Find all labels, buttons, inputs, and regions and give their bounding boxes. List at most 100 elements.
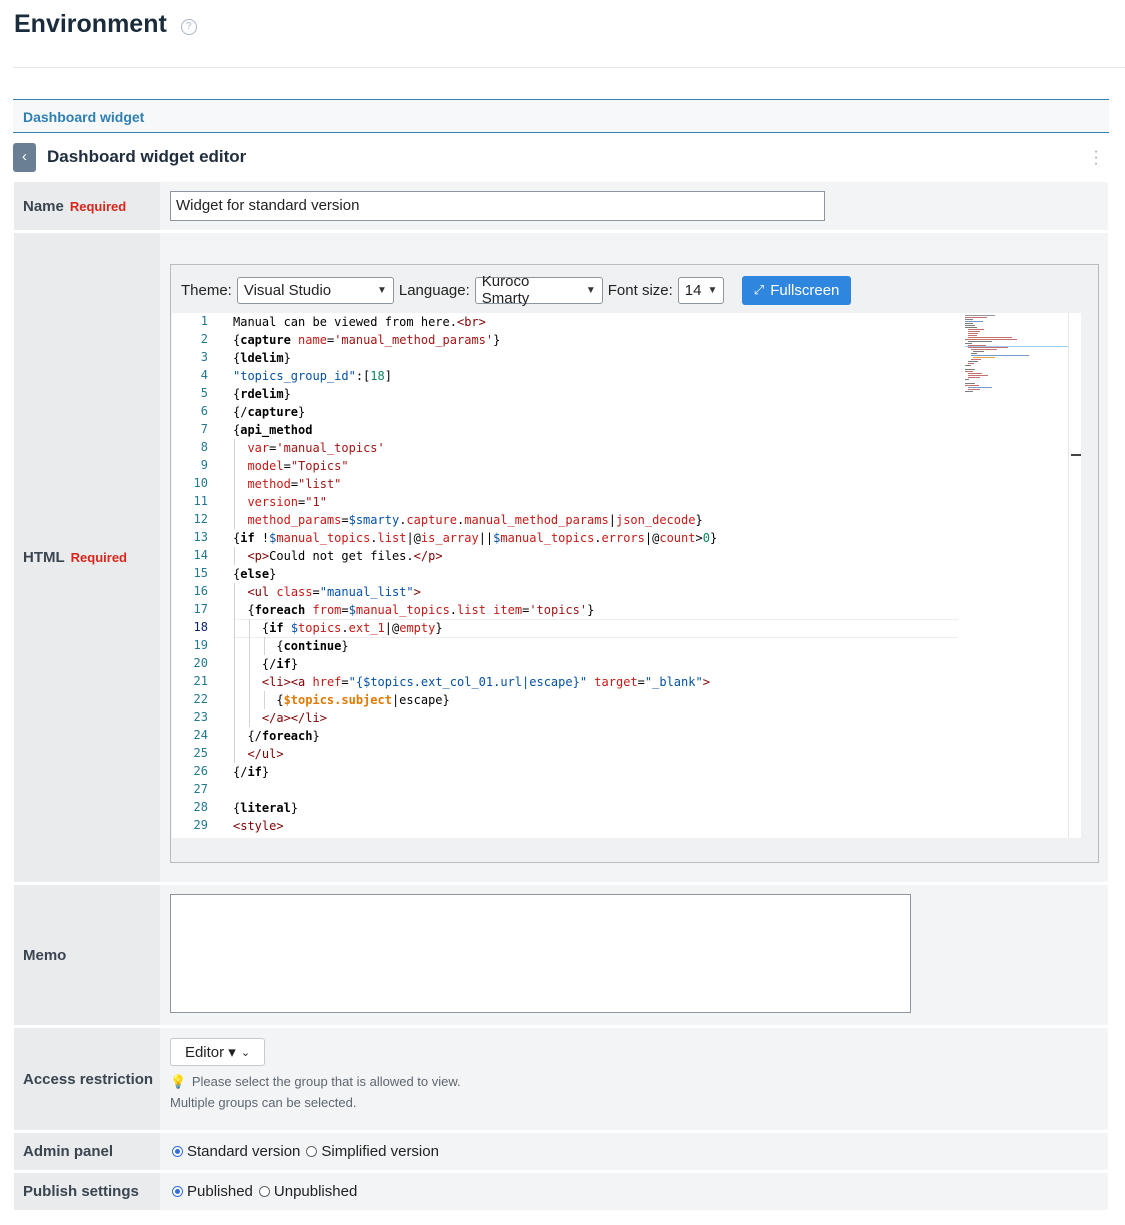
language-label: Language:: [398, 281, 470, 299]
line-number-gutter: 1 2 3 4 5 6 7 8 9 10 11 12 13 14 15 16 17 18 19 20 21 22 23 24 2…: [172, 313, 222, 838]
memo-textarea[interactable]: [170, 894, 911, 1013]
access-restriction-row: Access restriction Editor ▾ ⌄ 💡 Please s…: [14, 1028, 1108, 1130]
radio-unpublished[interactable]: Unpublished: [258, 1183, 357, 1200]
code-minimap[interactable]: [965, 313, 1069, 838]
minimap-line: [965, 371, 973, 372]
minimap-line: [971, 359, 981, 360]
minimap-line: [968, 347, 1008, 348]
required-badge: Required: [69, 198, 127, 214]
minimap-line: [968, 387, 992, 388]
radio-button[interactable]: [258, 1186, 270, 1197]
font-size-select-value: 14: [684, 281, 702, 299]
code-line: method="list": [247, 477, 342, 491]
line-number: 24: [193, 728, 208, 742]
radio-published[interactable]: Published: [172, 1183, 253, 1200]
minimap-line: [971, 353, 977, 354]
access-label-cell: Access restriction: [14, 1028, 160, 1130]
radio-label: Simplified version: [321, 1143, 439, 1160]
font-size-select[interactable]: 14 ▼: [677, 276, 724, 304]
minimap-line: [965, 317, 987, 318]
code-line: {/foreach}: [233, 729, 320, 743]
minimap-line: [968, 363, 974, 364]
tab-dashboard-widget[interactable]: Dashboard widget: [23, 109, 144, 125]
language-select-value: Kuroco Smarty: [481, 273, 530, 307]
line-number: 21: [193, 674, 208, 688]
group-select-label: Editor ▾: [184, 1044, 236, 1061]
minimap-line: [968, 341, 992, 342]
code-line: {capture name='manual_method_params'}: [233, 333, 501, 347]
memo-label-cell: Memo: [14, 885, 160, 1025]
memo-value-cell: [160, 885, 1108, 1025]
code-scrollbar[interactable]: [1068, 313, 1081, 838]
font-size-label: Font size:: [607, 281, 673, 299]
fullscreen-button[interactable]: ⤢ Fullscreen: [741, 275, 852, 305]
minimap-line: [968, 335, 977, 336]
minimap-line: [971, 349, 997, 350]
radio-button-selected[interactable]: [172, 1146, 183, 1157]
line-number: 17: [193, 602, 208, 616]
minimap-line: [968, 373, 982, 374]
admin-panel-label: Admin panel: [23, 1143, 114, 1160]
code-line: <style>: [233, 819, 284, 833]
code-line: <li><a href="{$topics.ext_col_01.url|esc…: [261, 675, 710, 689]
minimap-line: [965, 325, 975, 326]
scrollbar-position-marker: [1071, 454, 1081, 456]
minimap-line: [973, 351, 984, 352]
theme-select[interactable]: Visual Studio ▼: [236, 276, 394, 304]
code-line: </a></li>: [261, 711, 327, 725]
radio-button-selected[interactable]: [172, 1186, 183, 1197]
minimap-line: [965, 319, 973, 320]
fullscreen-label: Fullscreen: [770, 281, 840, 299]
admin-panel-value-cell: Standard version Simplified version: [160, 1133, 1108, 1170]
line-number: 27: [193, 782, 208, 796]
radio-button[interactable]: [306, 1146, 318, 1157]
editor-header: ‹ Dashboard widget editor · · ·: [13, 143, 1109, 173]
line-number: 8: [200, 440, 208, 454]
code-line: version="1": [247, 495, 327, 509]
admin-panel-radio-group: Standard version Simplified version: [172, 1133, 445, 1170]
access-hint-2: Multiple groups can be selected.: [170, 1095, 357, 1110]
line-number: 25: [193, 746, 208, 760]
line-number: 14: [193, 548, 208, 562]
html-label: HTML: [23, 549, 65, 566]
chevron-down-icon: ⌄: [240, 1046, 251, 1059]
radio-label: Standard version: [187, 1143, 301, 1160]
line-number: 10: [193, 476, 208, 490]
html-row: HTML Required Theme: Visual Studio ▼ Lan…: [14, 233, 1108, 882]
code-line: <ul class="manual_list">: [247, 585, 421, 599]
memo-label: Memo: [23, 946, 67, 964]
chevron-down-icon: ▼: [585, 284, 596, 296]
code-line: {literal}: [233, 801, 299, 815]
minimap-line: [971, 355, 1029, 356]
language-select[interactable]: Kuroco Smarty ▼: [474, 273, 603, 307]
name-input[interactable]: Widget for standard version: [170, 191, 825, 221]
code-area[interactable]: 1 2 3 4 5 6 7 8 9 10 11 12 13 14 15 16 17 18 19 20 21 22 23 24 2…: [172, 313, 1081, 838]
group-select-button[interactable]: Editor ▾ ⌄: [170, 1038, 265, 1066]
memo-row: Memo: [14, 885, 1108, 1025]
minimap-line: [965, 385, 979, 386]
line-number: 3: [200, 350, 208, 364]
question-circle-icon[interactable]: ?: [180, 18, 197, 35]
editor-title: Dashboard widget editor: [47, 147, 247, 166]
admin-panel-label-cell: Admin panel: [14, 1133, 160, 1170]
line-number: 13: [193, 530, 208, 544]
minimap-line: [973, 357, 995, 358]
html-value-cell: Theme: Visual Studio ▼ Language: Kuroco …: [160, 233, 1108, 882]
radio-standard-version[interactable]: Standard version: [172, 1143, 300, 1160]
minimap-line: [968, 375, 988, 376]
minimap-line: [968, 331, 980, 332]
page-header: Environment ?: [14, 10, 197, 39]
code-line: <p>Could not get files.</p>: [247, 549, 443, 563]
theme-select-value: Visual Studio: [243, 281, 332, 299]
radio-simplified-version[interactable]: Simplified version: [306, 1143, 439, 1160]
code-line: </ul>: [247, 747, 284, 761]
header-divider: [13, 67, 1125, 68]
code-line: "topics_group_id":[18]: [233, 369, 392, 383]
name-label-cell: Name Required: [14, 182, 160, 230]
theme-label: Theme:: [181, 281, 232, 299]
code-line: {/capture}: [233, 405, 306, 419]
kebab-menu-icon[interactable]: · · ·: [1093, 144, 1099, 172]
publish-value-cell: Published Unpublished: [160, 1173, 1108, 1210]
chevron-left-icon[interactable]: ‹: [13, 143, 36, 172]
minimap-line: [965, 321, 983, 322]
